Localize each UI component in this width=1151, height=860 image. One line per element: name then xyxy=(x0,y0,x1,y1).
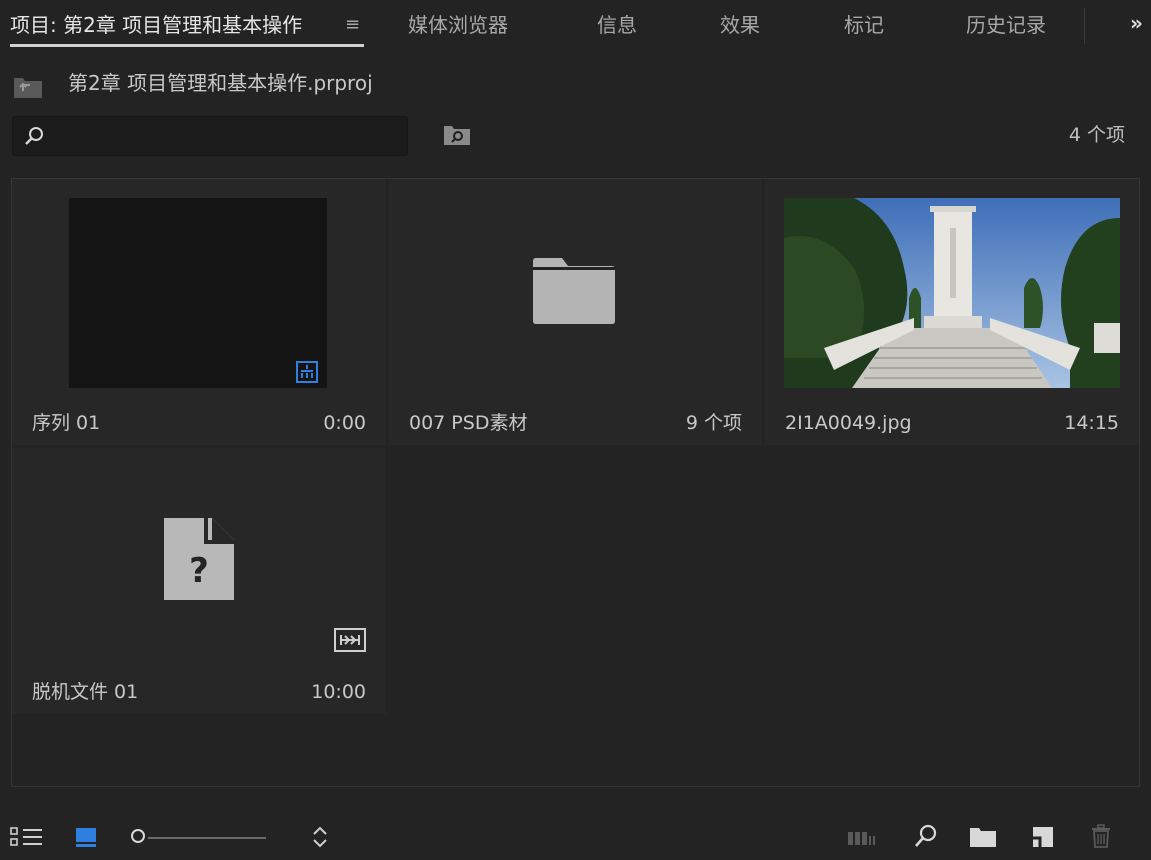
search-input[interactable] xyxy=(53,121,397,153)
tab-divider xyxy=(1084,8,1085,44)
search-field[interactable] xyxy=(12,116,408,156)
zoom-slider-handle[interactable] xyxy=(131,829,145,843)
zoom-slider-track[interactable] xyxy=(148,837,266,839)
item-duration: 0:00 xyxy=(323,412,366,434)
find-icon[interactable] xyxy=(913,822,939,850)
trash-icon[interactable] xyxy=(1089,822,1113,850)
folder-icon xyxy=(533,258,615,324)
item-count-label: 9 个项 xyxy=(685,412,742,434)
list-view-icon[interactable] xyxy=(10,826,44,848)
project-item-bin[interactable]: 007 PSD素材 9 个项 xyxy=(389,179,762,445)
sequence-badge-icon xyxy=(296,361,318,383)
image-thumbnail xyxy=(784,198,1120,388)
project-item-image[interactable]: 2I1A0049.jpg 14:15 xyxy=(765,179,1139,445)
item-name: 2I1A0049.jpg xyxy=(785,412,912,434)
automate-to-sequence-icon[interactable] xyxy=(846,828,880,848)
tab-project[interactable]: 项目: 第2章 项目管理和基本操作 xyxy=(10,10,302,40)
audio-video-badge-icon xyxy=(334,628,366,652)
project-items-grid: 序列 01 0:00 007 PSD素材 9 个项 2I1A0049.jpg 1… xyxy=(11,178,1140,787)
tab-history[interactable]: 历史记录 xyxy=(966,10,1046,40)
tab-info[interactable]: 信息 xyxy=(597,10,637,40)
item-duration: 14:15 xyxy=(1064,412,1119,434)
tab-effects[interactable]: 效果 xyxy=(720,10,760,40)
svg-text:?: ? xyxy=(189,551,209,591)
new-bin-icon[interactable] xyxy=(968,824,998,850)
tab-overflow-icon[interactable]: » xyxy=(1130,8,1151,38)
panel-menu-icon[interactable]: ≡ xyxy=(345,12,365,38)
item-name: 序列 01 xyxy=(32,412,101,434)
new-item-icon[interactable] xyxy=(1030,824,1056,850)
panel-tab-bar: 项目: 第2章 项目管理和基本操作 ≡ 媒体浏览器 信息 效果 标记 历史记录 … xyxy=(0,0,1151,50)
item-name: 007 PSD素材 xyxy=(409,412,528,434)
tab-media-browser[interactable]: 媒体浏览器 xyxy=(408,10,508,40)
icon-view-icon[interactable] xyxy=(74,826,100,848)
tab-markers[interactable]: 标记 xyxy=(844,10,884,40)
project-path: 第2章 项目管理和基本操作.prproj xyxy=(68,71,373,95)
active-tab-indicator xyxy=(10,44,364,47)
item-name: 脱机文件 01 xyxy=(32,681,139,703)
bin-up-icon[interactable] xyxy=(12,74,44,100)
sort-icon[interactable] xyxy=(311,824,329,850)
sequence-thumbnail xyxy=(69,198,327,388)
item-count: 4 个项 xyxy=(1068,124,1125,146)
search-icon xyxy=(25,127,43,145)
project-item-sequence[interactable]: 序列 01 0:00 xyxy=(12,179,386,445)
item-duration: 10:00 xyxy=(311,681,366,703)
project-item-offline[interactable]: ? 脱机文件 01 10:00 xyxy=(12,448,386,714)
offline-file-icon: ? xyxy=(164,516,234,600)
new-search-bin-icon[interactable] xyxy=(441,120,473,148)
